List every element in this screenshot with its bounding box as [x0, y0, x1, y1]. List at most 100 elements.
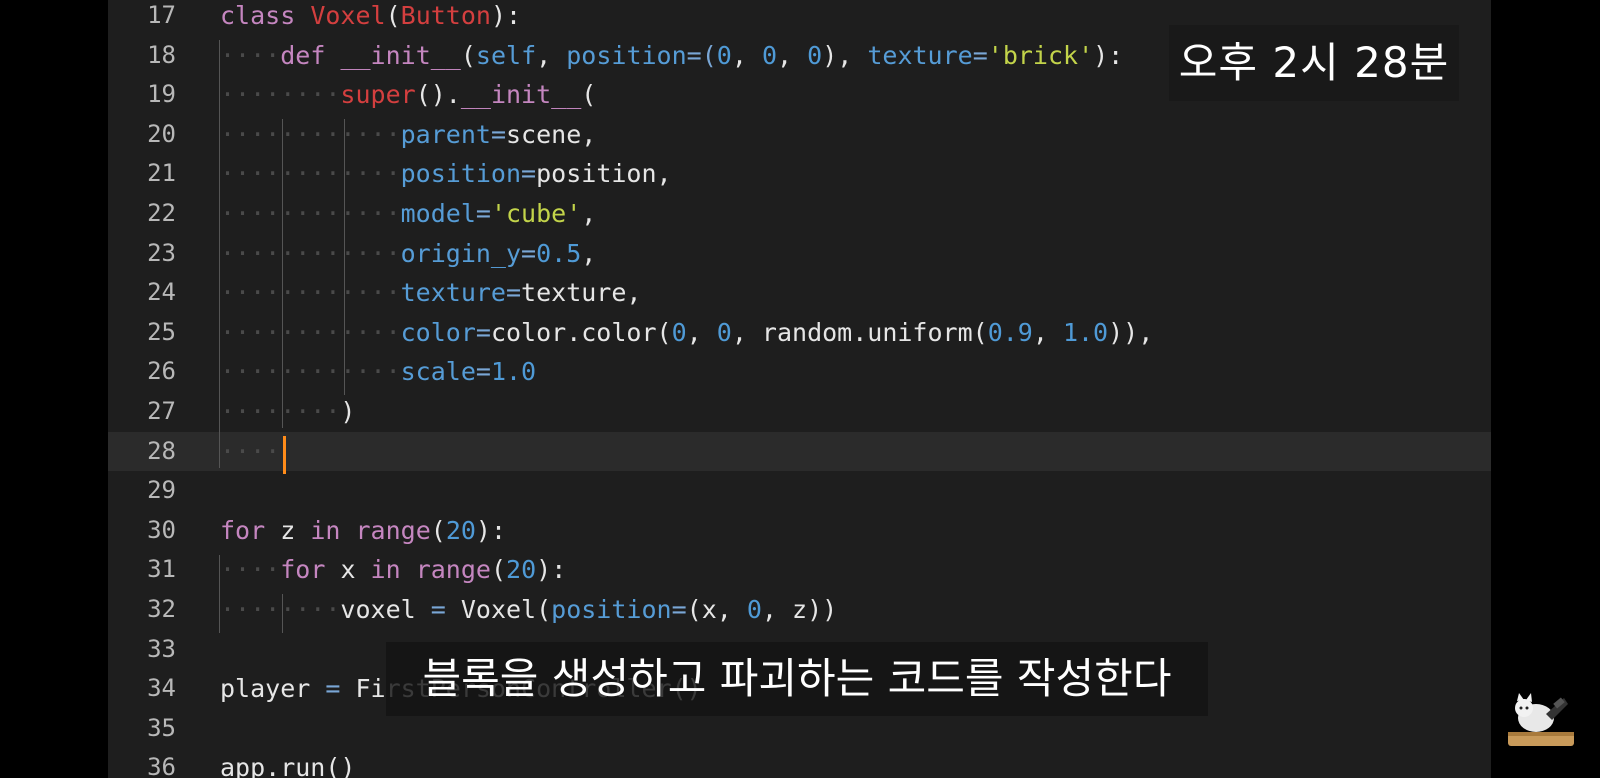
indent-guide [219, 555, 220, 633]
code-token: ···· [220, 555, 281, 585]
code-token: 'cube' [490, 199, 582, 228]
code-token: Voxel( [460, 595, 552, 624]
code-token: ( [430, 515, 446, 545]
code-text: ············position=position, [220, 154, 672, 194]
code-token: ( [385, 1, 401, 30]
line-number: 21 [147, 159, 176, 188]
line-number: 25 [147, 317, 176, 346]
code-line[interactable]: 22 ············model='cube', [108, 194, 1491, 234]
code-token: ) [340, 397, 356, 426]
code-line[interactable]: 29 [108, 471, 1491, 511]
code-text: ···· [220, 432, 280, 472]
line-number: 26 [147, 357, 176, 386]
code-line[interactable]: 27 ········) [108, 392, 1491, 432]
indent-guide [219, 40, 220, 468]
indent-guide [344, 119, 345, 395]
code-token: parent [400, 119, 491, 149]
code-token: 1.0 [490, 357, 537, 387]
code-token: (x, [686, 595, 747, 624]
code-line[interactable]: 25 ············color=color.color(0, 0, ra… [108, 313, 1491, 353]
code-text: ············scale=1.0 [220, 352, 536, 392]
code-line[interactable]: 20 ············parent=scene, [108, 115, 1491, 155]
code-token: ············ [220, 317, 401, 347]
code-token: , [536, 40, 567, 70]
line-number: 34 [147, 674, 176, 703]
code-token: def [280, 40, 341, 70]
code-token: = [521, 159, 537, 189]
code-token: ): [475, 515, 507, 545]
code-line[interactable]: 24 ············texture=texture, [108, 273, 1491, 313]
code-token: scale [400, 357, 476, 387]
code-token: = [490, 119, 506, 149]
code-token: = [521, 238, 537, 268]
code-token: 20 [445, 515, 476, 545]
line-number: 17 [147, 1, 176, 29]
code-text: ····for x in range(20): [220, 550, 566, 590]
code-token: ): [1093, 40, 1124, 70]
code-token: in [370, 555, 416, 585]
code-token: ············ [220, 238, 401, 268]
code-token: origin_y [400, 238, 522, 268]
code-token: super [340, 80, 416, 110]
code-token: position, [536, 159, 672, 189]
code-token: ············ [220, 159, 401, 189]
code-token: __init__ [460, 80, 582, 110]
code-token: 0.9 [987, 317, 1033, 347]
line-number: 28 [147, 436, 176, 465]
code-token: ············ [220, 119, 401, 149]
code-text: ············origin_y=0.5, [220, 234, 596, 274]
code-token: ( [581, 80, 597, 110]
code-token: ), [822, 40, 868, 70]
code-token: 0 [807, 40, 823, 70]
code-line[interactable]: 30 for z in range(20): [108, 511, 1491, 551]
code-line[interactable]: 31 ····for x in range(20): [108, 550, 1491, 590]
code-line[interactable]: 23 ············origin_y=0.5, [108, 234, 1491, 274]
code-token: , [581, 199, 597, 228]
code-token: texture [867, 40, 973, 70]
code-token: ···· [220, 436, 281, 466]
code-token: class [220, 1, 311, 30]
code-line[interactable]: 21 ············position=position, [108, 154, 1491, 194]
code-token: = [972, 40, 988, 70]
code-token: 'brick' [987, 40, 1094, 70]
code-token: color.color( [490, 317, 672, 347]
video-subtitle: 블록을 생성하고 파괴하는 코드를 작성한다 [386, 642, 1208, 716]
code-token: , [686, 317, 717, 347]
code-text: ········) [220, 392, 355, 432]
code-token: player [220, 674, 326, 704]
code-line[interactable]: 32 ········voxel = Voxel(position=(x, 0, … [108, 590, 1491, 630]
line-number: 29 [147, 476, 176, 505]
code-token: ········ [220, 80, 341, 110]
code-token: , [731, 40, 762, 70]
code-token: model [400, 199, 476, 228]
code-line[interactable]: 26 ············scale=1.0 [108, 352, 1491, 392]
code-token: 0 [671, 317, 687, 347]
line-number: 35 [147, 713, 176, 742]
code-token: = [505, 278, 522, 308]
code-line[interactable]: 36 app.run() [108, 748, 1491, 778]
code-token: = [671, 595, 687, 624]
code-token: 0 [716, 40, 732, 70]
code-token: ): [536, 555, 567, 585]
code-token: in [310, 515, 356, 545]
indent-guide [282, 119, 283, 428]
code-text: ········voxel = Voxel(position=(x, 0, z)… [220, 590, 837, 630]
line-number: 33 [147, 634, 176, 663]
code-token: , [581, 238, 597, 268]
code-token: ···· [220, 40, 281, 70]
code-token: range [415, 555, 491, 585]
line-number: 27 [147, 397, 176, 425]
line-number: 22 [147, 199, 176, 227]
line-number: 30 [147, 515, 176, 544]
code-token: texture [400, 278, 506, 308]
code-text: ············texture=texture, [220, 273, 641, 313]
code-token: for [220, 515, 281, 545]
code-token: position [566, 40, 687, 70]
code-token: =( [686, 40, 717, 70]
code-token: color [400, 317, 476, 347]
code-token: ············ [220, 199, 401, 228]
code-text: for z in range(20): [220, 511, 506, 551]
code-text: ············parent=scene, [220, 115, 596, 155]
code-line[interactable]: 28 ···· [108, 431, 1491, 472]
code-token: for [280, 555, 341, 585]
